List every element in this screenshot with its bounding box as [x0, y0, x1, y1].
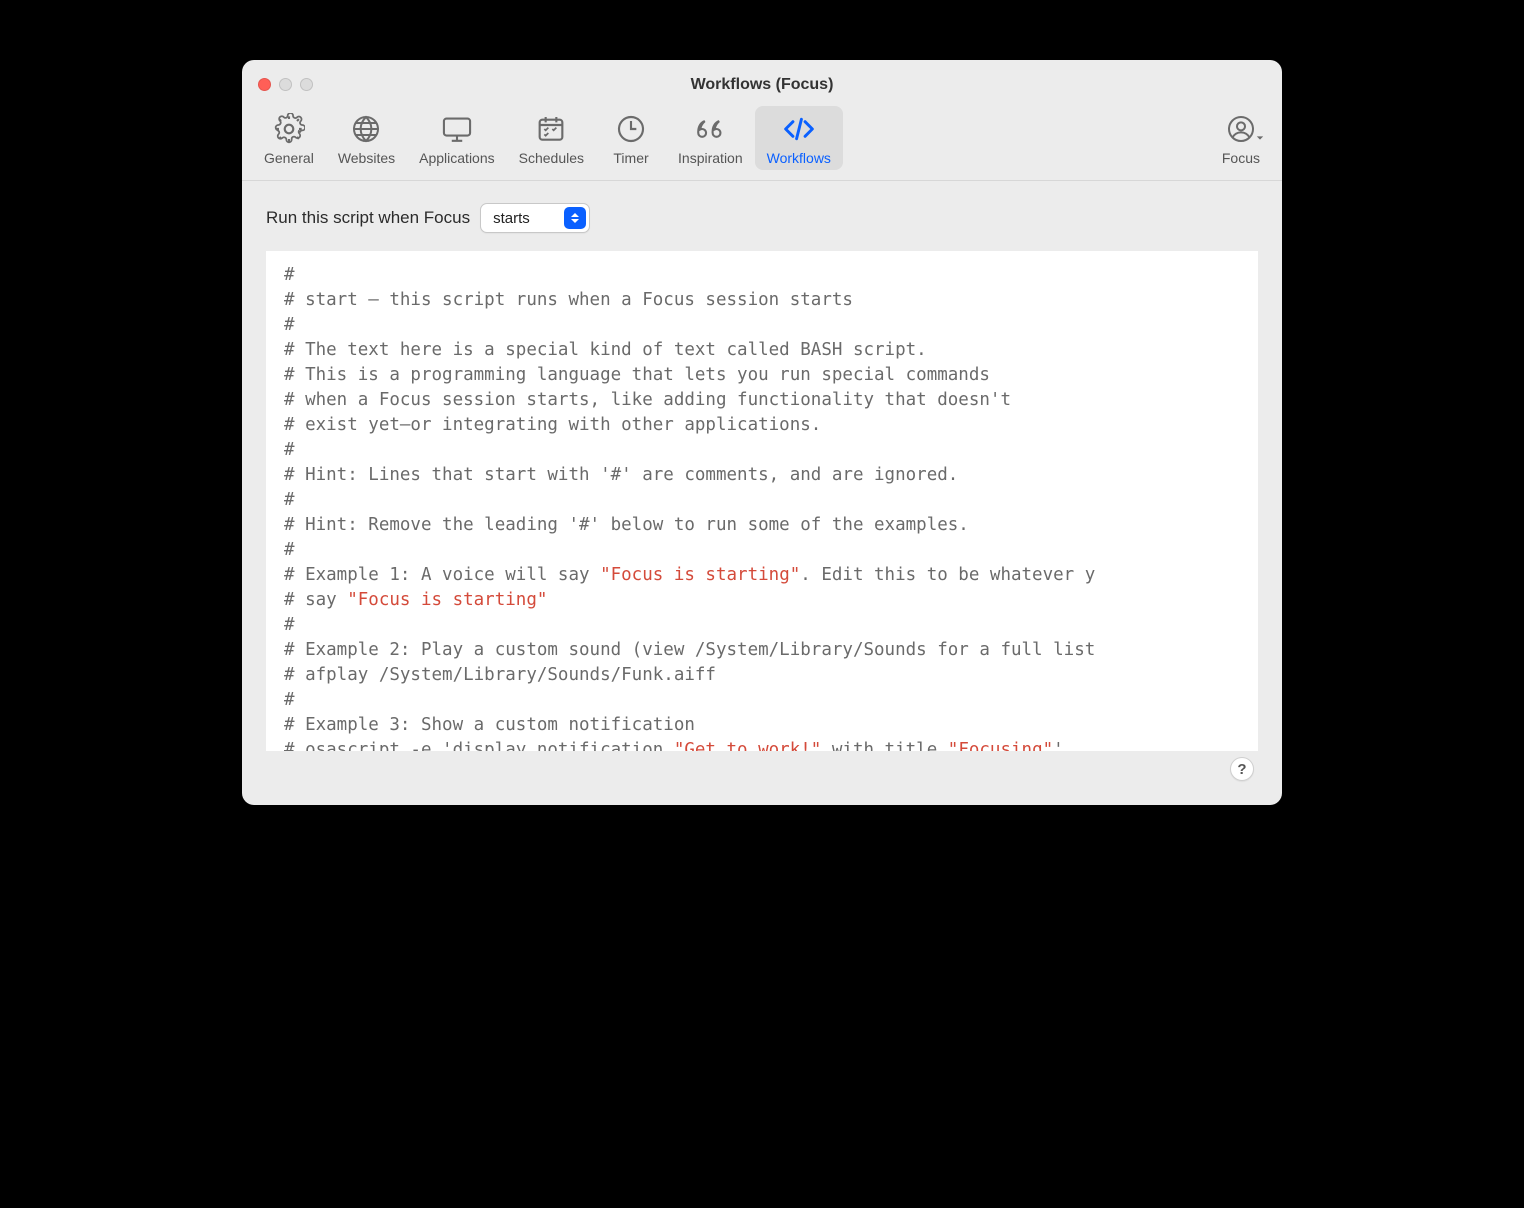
- tab-inspiration[interactable]: Inspiration: [666, 106, 755, 170]
- script-line: # exist yet—or integrating with other ap…: [284, 413, 1258, 438]
- close-window-button[interactable]: [258, 78, 271, 91]
- minimize-window-button: [279, 78, 292, 91]
- script-line: # when a Focus session starts, like addi…: [284, 388, 1258, 413]
- tab-general[interactable]: General: [252, 106, 326, 170]
- tab-label: Timer: [613, 150, 648, 166]
- account-label: Focus: [1222, 150, 1260, 166]
- script-line: # Example 1: A voice will say "Focus is …: [284, 563, 1258, 588]
- tab-label: Websites: [338, 150, 395, 166]
- tab-schedules[interactable]: Schedules: [507, 106, 596, 170]
- script-editor[interactable]: ## start — this script runs when a Focus…: [266, 251, 1258, 751]
- script-line: # Example 3: Show a custom notification: [284, 713, 1258, 738]
- person-circle-icon: [1224, 112, 1258, 146]
- script-line: #: [284, 488, 1258, 513]
- zoom-window-button: [300, 78, 313, 91]
- select-value: starts: [493, 210, 564, 227]
- calendar-icon: [534, 112, 568, 146]
- run-script-label: Run this script when Focus: [266, 208, 470, 228]
- tab-label: Inspiration: [678, 150, 743, 166]
- globe-icon: [349, 112, 383, 146]
- script-line: # osascript -e 'display notification "Ge…: [284, 738, 1258, 751]
- script-line: #: [284, 263, 1258, 288]
- display-icon: [440, 112, 474, 146]
- titlebar: Workflows (Focus): [242, 60, 1282, 102]
- code-icon: [782, 112, 816, 146]
- quotes-icon: [693, 112, 727, 146]
- script-line: # The text here is a special kind of tex…: [284, 338, 1258, 363]
- tab-label: General: [264, 150, 314, 166]
- help-row: ?: [266, 751, 1258, 787]
- script-line: # say "Focus is starting": [284, 588, 1258, 613]
- trigger-row: Run this script when Focus starts: [266, 203, 1258, 233]
- script-line: # afplay /System/Library/Sounds/Funk.aif…: [284, 663, 1258, 688]
- tab-applications[interactable]: Applications: [407, 106, 507, 170]
- script-line: #: [284, 613, 1258, 638]
- content-area: Run this script when Focus starts ## sta…: [242, 181, 1282, 805]
- script-line: #: [284, 538, 1258, 563]
- tab-label: Applications: [419, 150, 495, 166]
- script-line: # Example 2: Play a custom sound (view /…: [284, 638, 1258, 663]
- clock-icon: [614, 112, 648, 146]
- tab-timer[interactable]: Timer: [596, 106, 666, 170]
- window-controls: [258, 78, 313, 91]
- preferences-toolbar: General Websites Applications: [242, 102, 1282, 181]
- trigger-select[interactable]: starts: [480, 203, 590, 233]
- chevron-updown-icon: [564, 207, 586, 229]
- help-button[interactable]: ?: [1230, 757, 1254, 781]
- gear-icon: [272, 112, 306, 146]
- preferences-window: Workflows (Focus) General: [242, 60, 1282, 805]
- help-glyph: ?: [1237, 761, 1246, 778]
- window-title: Workflows (Focus): [256, 70, 1268, 102]
- tab-label: Workflows: [767, 150, 831, 166]
- tab-websites[interactable]: Websites: [326, 106, 407, 170]
- script-line: # This is a programming language that le…: [284, 363, 1258, 388]
- tab-label: Schedules: [519, 150, 584, 166]
- script-line: #: [284, 438, 1258, 463]
- script-line: #: [284, 688, 1258, 713]
- script-line: # Hint: Remove the leading '#' below to …: [284, 513, 1258, 538]
- tab-workflows[interactable]: Workflows: [755, 106, 843, 170]
- script-line: # start — this script runs when a Focus …: [284, 288, 1258, 313]
- account-menu[interactable]: Focus: [1210, 106, 1272, 170]
- script-line: #: [284, 313, 1258, 338]
- script-line: # Hint: Lines that start with '#' are co…: [284, 463, 1258, 488]
